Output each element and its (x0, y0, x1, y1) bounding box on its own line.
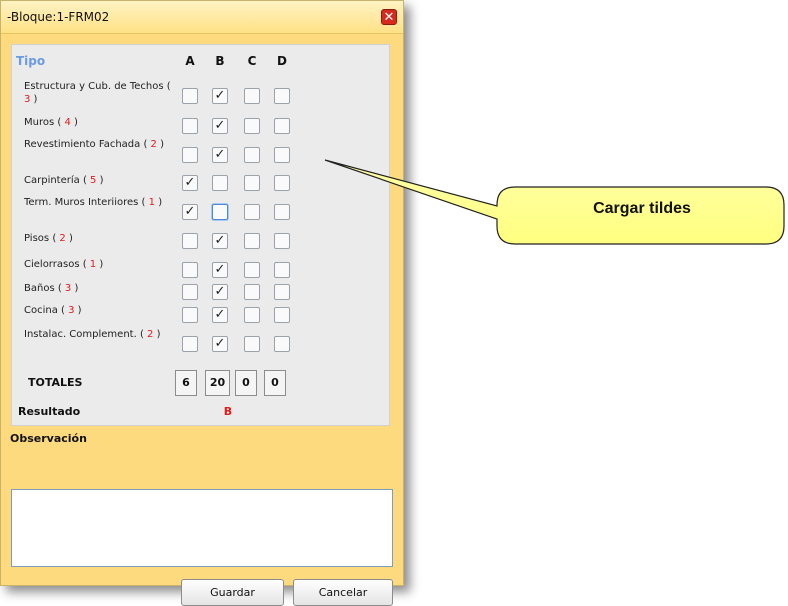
checkbox-a[interactable]: ✓ (182, 175, 198, 191)
cancel-button[interactable]: Cancelar (293, 579, 393, 606)
checkbox-d[interactable] (274, 233, 290, 249)
checkbox-a[interactable] (182, 233, 198, 249)
row-count: 1 (89, 259, 97, 270)
row-label-text: Muros (24, 117, 55, 128)
row-count: 2 (150, 139, 157, 150)
row-count: 5 (90, 175, 97, 186)
row-label: Instalac. Complement. ( 2 ) (24, 329, 161, 340)
observation-input[interactable] (11, 489, 393, 567)
tipo-header: Tipo (16, 54, 46, 68)
row-label-text: Cielorrasos (24, 259, 80, 270)
checkbox-a[interactable]: ✓ (182, 204, 198, 220)
checkbox-a[interactable] (182, 147, 198, 163)
checkbox-c[interactable] (244, 147, 260, 163)
result-value: B (223, 405, 233, 418)
close-icon[interactable]: ✕ (381, 9, 397, 25)
total-d: 0 (264, 370, 286, 396)
row-count: 2 (147, 329, 154, 340)
checkbox-b[interactable] (212, 204, 228, 220)
checkbox-a[interactable] (182, 262, 198, 278)
checkbox-b[interactable]: ✓ (212, 118, 228, 134)
row-label-text: Cocina (24, 305, 58, 316)
row-label-text: Carpintería (24, 175, 80, 186)
checkbox-d[interactable] (274, 175, 290, 191)
row-label-text: Pisos (24, 233, 50, 244)
row-count: 3 (24, 94, 31, 105)
row-label: Estructura y Cub. de Techos ( 3 ) (24, 81, 171, 105)
row-count: 2 (59, 233, 66, 244)
checkbox-a[interactable] (182, 118, 198, 134)
row-count: 1 (148, 197, 156, 208)
checkbox-b[interactable]: ✓ (212, 336, 228, 352)
checkbox-c[interactable] (244, 307, 260, 323)
column-header-a: A (185, 54, 195, 68)
checkbox-c[interactable] (244, 204, 260, 220)
column-header-c: C (247, 54, 257, 68)
title-bar[interactable]: -Bloque:1-FRM02 ✕ (1, 1, 403, 34)
checkbox-b[interactable]: ✓ (212, 233, 228, 249)
checkbox-b[interactable]: ✓ (212, 262, 228, 278)
checkbox-a[interactable] (182, 307, 198, 323)
checkbox-c[interactable] (244, 284, 260, 300)
checkbox-d[interactable] (274, 262, 290, 278)
checkbox-b[interactable]: ✓ (212, 284, 228, 300)
callout-text: Cargar tildes (593, 200, 691, 217)
row-label: Carpintería ( 5 ) (24, 175, 104, 186)
row-label-text: Instalac. Complement. (24, 329, 137, 340)
checkbox-d[interactable] (274, 147, 290, 163)
checkbox-c[interactable] (244, 175, 260, 191)
checkbox-c[interactable] (244, 118, 260, 134)
checkbox-c[interactable] (244, 262, 260, 278)
save-button[interactable]: Guardar (181, 579, 284, 606)
row-label: Baños ( 3 ) (24, 283, 79, 294)
observation-label: Observación (10, 432, 87, 445)
checkbox-d[interactable] (274, 118, 290, 134)
checkbox-c[interactable] (244, 88, 260, 104)
checkbox-a[interactable] (182, 284, 198, 300)
row-count: 4 (64, 117, 71, 128)
row-count: 3 (64, 283, 72, 294)
result-label: Resultado (18, 405, 81, 418)
checkbox-a[interactable] (182, 336, 198, 352)
column-header-b: B (215, 54, 225, 68)
checkbox-d[interactable] (274, 284, 290, 300)
total-c: 0 (235, 370, 257, 396)
row-label: Muros ( 4 ) (24, 117, 78, 128)
row-label-text: Baños (24, 283, 55, 294)
column-header-d: D (277, 54, 287, 68)
total-b: 20 (205, 370, 230, 396)
checkbox-c[interactable] (244, 336, 260, 352)
row-label-text: Estructura y Cub. de Techos (24, 81, 164, 92)
checkbox-b[interactable]: ✓ (212, 147, 228, 163)
totals-label: TOTALES (28, 376, 83, 389)
window-title: -Bloque:1-FRM02 (7, 10, 110, 24)
checkbox-b[interactable]: ✓ (212, 88, 228, 104)
checkbox-d[interactable] (274, 204, 290, 220)
checkbox-b[interactable]: ✓ (212, 307, 228, 323)
row-label: Revestimiento Fachada ( 2 ) (24, 139, 164, 150)
row-label-text: Term. Muros Interiiores (24, 197, 139, 208)
checkbox-a[interactable] (182, 88, 198, 104)
checkbox-c[interactable] (244, 233, 260, 249)
checkbox-d[interactable] (274, 307, 290, 323)
checkbox-d[interactable] (274, 336, 290, 352)
row-label: Cocina ( 3 ) (24, 305, 82, 316)
total-a: 6 (175, 370, 197, 396)
row-label: Cielorrasos ( 1 ) (24, 259, 104, 270)
row-label-text: Revestimiento Fachada (24, 139, 141, 150)
row-label: Pisos ( 2 ) (24, 233, 73, 244)
row-label: Term. Muros Interiiores ( 1 ) (24, 197, 163, 208)
checkbox-d[interactable] (274, 88, 290, 104)
row-count: 3 (68, 305, 75, 316)
checkbox-b[interactable] (212, 175, 228, 191)
